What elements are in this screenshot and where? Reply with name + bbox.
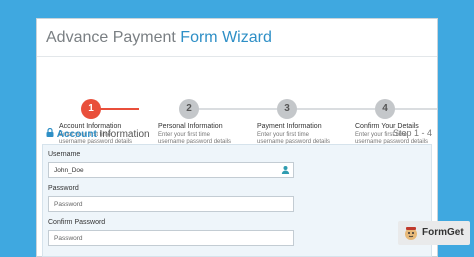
- account-form: Username John_Doe Password Password Conf…: [42, 144, 432, 257]
- confirm-password-label: Confirm Password: [48, 219, 106, 226]
- password-field[interactable]: Password: [48, 196, 294, 212]
- lock-icon: [46, 127, 57, 140]
- step-count: Step 1 - 4: [392, 128, 432, 138]
- step-4-circle[interactable]: 4: [375, 99, 395, 119]
- step-1-circle[interactable]: 1: [81, 99, 101, 119]
- section-title-rest: Information: [96, 129, 150, 140]
- step-connector-4: [394, 108, 437, 110]
- step-2-circle[interactable]: 2: [179, 99, 199, 119]
- confirm-password-field[interactable]: Password: [48, 230, 294, 246]
- title-part1: Advance Payment: [46, 29, 181, 46]
- user-icon: [281, 165, 290, 176]
- confirm-password-placeholder: Password: [54, 235, 83, 242]
- step-connector-1: [99, 108, 139, 110]
- password-placeholder: Password: [54, 201, 83, 208]
- formget-brand: FormGet: [422, 227, 464, 238]
- password-label: Password: [48, 185, 79, 192]
- username-value: John_Doe: [54, 167, 84, 174]
- section-title-strong: Account: [56, 129, 97, 140]
- formget-logo-icon: [403, 225, 419, 246]
- formget-badge[interactable]: FormGet: [398, 221, 470, 245]
- section-heading: Account Information Step 1 - 4: [46, 127, 432, 144]
- step-3-circle[interactable]: 3: [277, 99, 297, 119]
- username-field[interactable]: John_Doe: [48, 162, 294, 178]
- page-title: Advance Payment Form Wizard: [37, 19, 437, 57]
- username-label: Username: [48, 151, 81, 158]
- step-connector-2: [197, 108, 277, 110]
- title-accent: Form Wizard: [180, 29, 272, 46]
- step-connector-3: [295, 108, 375, 110]
